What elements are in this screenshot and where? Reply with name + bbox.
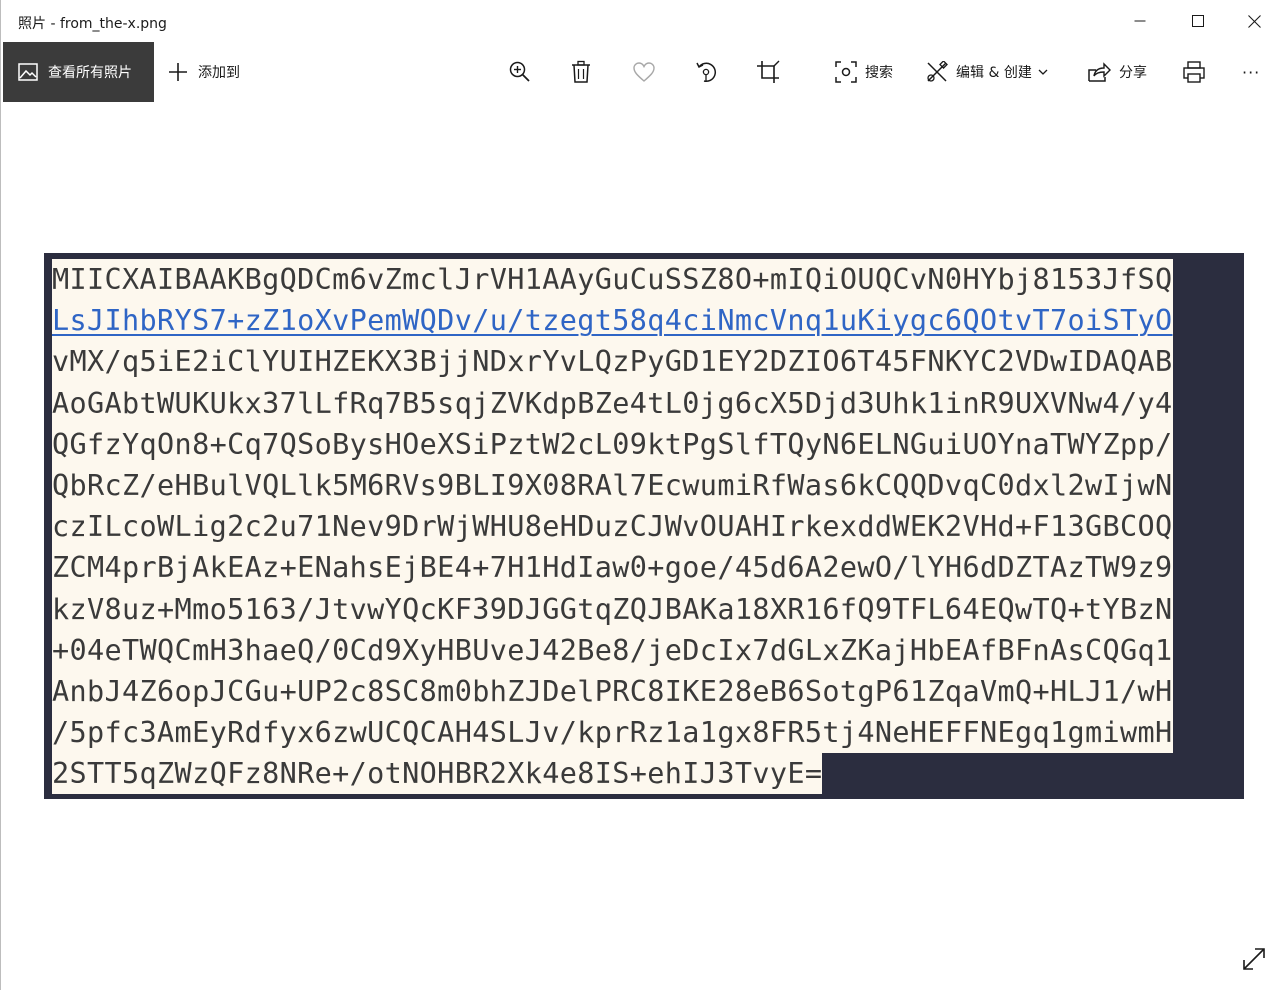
key-text-line: kzV8uz+Mmo5163/JtvwYQcKF39DJGGtqZQJBAKa1… (52, 588, 1242, 630)
edit-create-label: 编辑 & 创建 (956, 65, 1032, 81)
photos-app-window: 照片 - from_the-x.png 查看所有照片 添加到 搜索 编辑 & 创… (0, 0, 1282, 990)
crop-button[interactable] (755, 59, 781, 85)
edit-create-button[interactable]: 编辑 & 创建 (926, 42, 1048, 102)
fullscreen-button[interactable] (1239, 944, 1269, 974)
image-icon (18, 63, 38, 81)
key-text-line: 2STT5qZWzQFz8NRe+/otNOHBR2Xk4e8IS+ehIJ3T… (52, 753, 1242, 795)
search-label: 搜索 (865, 65, 893, 81)
key-text-line: QGfzYqOn8+Cq7QSoBysHOeXSiPztW2cL09ktPgSl… (52, 423, 1242, 465)
rotate-icon (696, 62, 717, 83)
edit-create-icon (926, 61, 948, 83)
view-all-photos-label: 查看所有照片 (48, 65, 132, 81)
chevron-down-icon (1038, 69, 1048, 75)
zoom-in-icon (509, 61, 530, 82)
trash-icon (572, 60, 590, 83)
share-button[interactable]: 分享 (1087, 42, 1147, 102)
rotate-button[interactable] (693, 59, 719, 85)
share-icon (1087, 62, 1111, 82)
minimize-button[interactable] (1111, 0, 1169, 42)
key-text-block: MIICXAIBAAKBgQDCm6vZmclJrVH1AAyGuCuSSZ8O… (52, 259, 1242, 795)
favorite-button[interactable] (631, 59, 657, 85)
view-all-photos-button[interactable]: 查看所有照片 (3, 42, 154, 102)
key-text-line: MIICXAIBAAKBgQDCm6vZmclJrVH1AAyGuCuSSZ8O… (52, 259, 1242, 301)
zoom-button[interactable] (507, 59, 533, 85)
minimize-icon (1134, 20, 1146, 22)
add-to-button[interactable]: 添加到 (167, 42, 240, 102)
search-button[interactable]: 搜索 (835, 42, 893, 102)
key-text-line: AoGAbtWUKUkx37lLfRq7B5sqjZVKdpBZe4tL0jg6… (52, 382, 1242, 424)
share-label: 分享 (1119, 65, 1147, 81)
expand-icon (1243, 948, 1265, 970)
title-bar: 照片 - from_the-x.png (1, 0, 1282, 42)
more-options-button[interactable]: ··· (1242, 42, 1260, 102)
maximize-icon (1192, 15, 1204, 27)
key-text-line: /5pfc3AmEyRdfyx6zwUCQCAH4SLJv/kprRz1a1gx… (52, 712, 1242, 754)
crop-icon (757, 60, 780, 83)
window-title: 照片 - from_the-x.png (18, 16, 167, 32)
print-icon (1183, 61, 1205, 83)
key-text-line: czILcoWLig2c2u71Nev9DrWjWHU8eHDuzCJWvOUA… (52, 506, 1242, 548)
close-icon (1247, 14, 1261, 28)
key-text-line: QbRcZ/eHBulVQLlk5M6RVs9BLI9X08RAl7Ecwumi… (52, 464, 1242, 507)
more-options-label: ··· (1242, 62, 1261, 82)
plus-icon (167, 61, 189, 83)
key-text-line: +04eTWQCmH3haeQ/0Cd9XyHBUveJ42Be8/jeDcIx… (52, 629, 1242, 671)
heart-icon (633, 62, 655, 82)
delete-button[interactable] (568, 59, 594, 85)
visual-search-icon (835, 61, 857, 83)
add-to-label: 添加到 (198, 65, 240, 81)
toolbar: 查看所有照片 添加到 搜索 编辑 & 创建 分享 ··· (1, 42, 1282, 102)
print-button[interactable] (1181, 59, 1207, 85)
key-text-line: vMX/q5iE2iClYUIHZEKX3BjjNDxrYvLQzPyGD1EY… (52, 341, 1242, 383)
key-text-line-link: LsJIhbRYS7+zZ1oXvPemWQDv/u/tzegt58q4ciNm… (52, 300, 1242, 342)
maximize-button[interactable] (1169, 0, 1227, 42)
displayed-image: MIICXAIBAAKBgQDCm6vZmclJrVH1AAyGuCuSSZ8O… (44, 253, 1244, 799)
key-text-line: AnbJ4Z6opJCGu+UP2c8SC8m0bhZJDelPRC8IKE28… (52, 670, 1242, 713)
key-text-line: ZCM4prBjAkEAz+ENahsEjBE4+7H1HdIaw0+goe/4… (52, 547, 1242, 589)
close-button[interactable] (1225, 0, 1282, 42)
